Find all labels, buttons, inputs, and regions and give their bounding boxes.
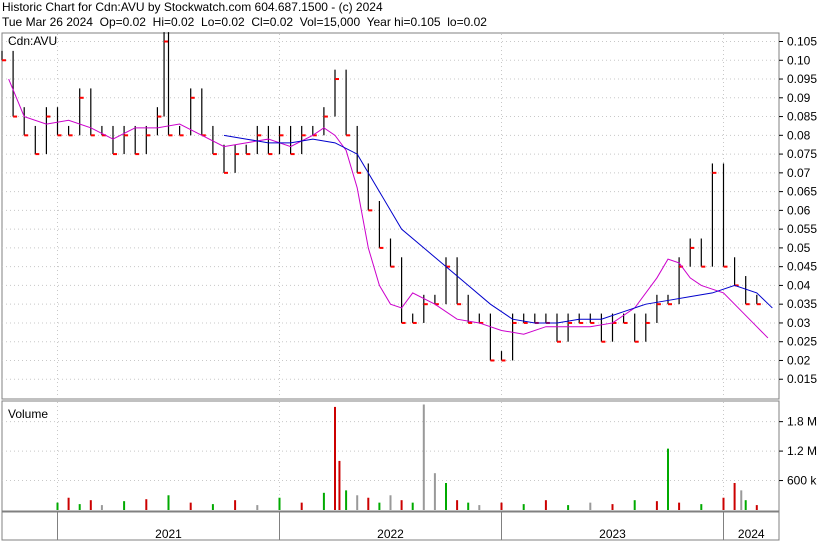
price-tick-label: 0.025 [787,335,817,349]
short-moving-average [8,78,769,339]
price-tick-label: 0.10 [787,53,811,67]
price-tick-label: 0.055 [787,222,817,236]
price-tick-label: 0.02 [787,353,811,367]
year-tick-label: 2021 [155,527,182,541]
price-tick-label: 0.07 [787,166,811,180]
price-tick-label: 0.09 [787,91,811,105]
price-tick-label: 0.06 [787,203,811,217]
price-axis: 0.105 0.10 0.095 0.09 0.085 0.08 0.075 0.07 0.06… [779,35,817,386]
price-tick-label: 0.085 [787,110,817,124]
price-tick-label: 0.045 [787,260,817,274]
stock-chart: Cdn:AVU Volume 0.1050.100.0950.090.0850.… [1,32,817,541]
volume-panel-label: Volume [8,407,48,421]
volume-bars [56,404,758,510]
price-tick-label: 0.015 [787,372,817,386]
year-tick-label: 2022 [377,527,404,541]
price-panel-label: Cdn:AVU [8,34,57,48]
price-tick-label: 0.075 [787,147,817,161]
price-tick-label: 0.03 [787,316,811,330]
price-bars [1,32,761,362]
volume-axis: 1.8 M 1.2 M 600 k [779,415,817,488]
price-grid [2,34,779,510]
price-panel-frame [1,32,780,400]
price-tick-label: 0.08 [787,128,811,142]
year-tick-label: 2023 [599,527,626,541]
price-tick-label: 0.035 [787,297,817,311]
volume-tick-label: 600 k [787,474,817,488]
year-tick-label: 2024 [738,527,765,541]
price-tick-label: 0.105 [787,35,817,49]
price-tick-label: 0.04 [787,278,811,292]
volume-panel-frame [1,400,780,512]
volume-tick-label: 1.8 M [787,415,817,429]
volume-tick-label: 1.2 M [787,444,817,458]
moving-averages [8,78,773,339]
price-tick-label: 0.065 [787,185,817,199]
price-tick-label: 0.05 [787,241,811,255]
price-tick-label: 0.095 [787,72,817,86]
volume-grid [2,421,779,482]
date-axis: 2021 2022 2023 2024 [57,512,765,541]
